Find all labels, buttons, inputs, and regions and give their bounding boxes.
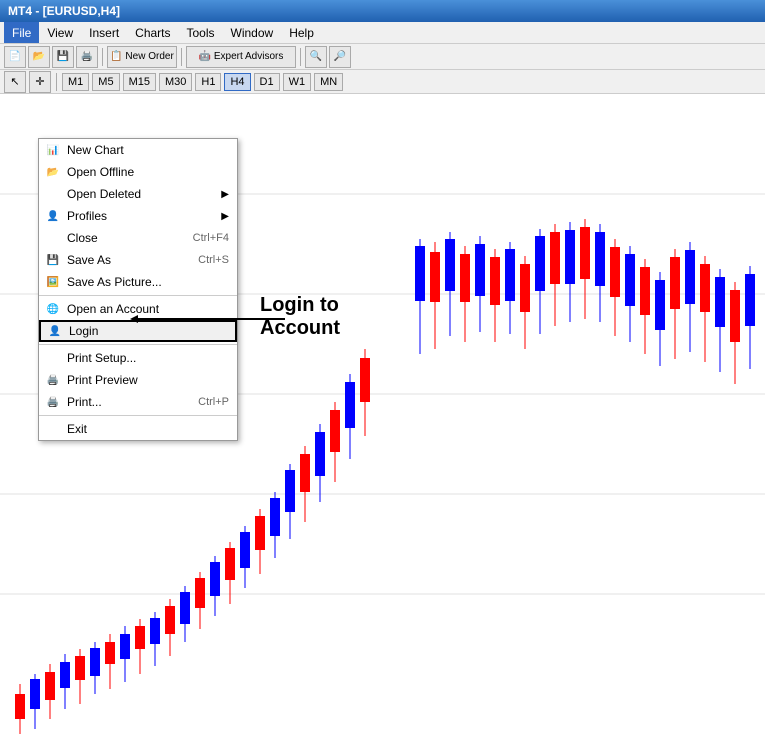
profiles-icon: 👤 <box>45 208 61 224</box>
menu-tools[interactable]: Tools <box>179 22 223 43</box>
new-chart-icon: 📊 <box>45 142 61 158</box>
close-icon <box>45 230 61 246</box>
print-shortcut: Ctrl+P <box>198 396 229 408</box>
menu-save-as-picture[interactable]: 🖼️ Save As Picture... <box>39 271 237 293</box>
menu-profiles-label: Profiles <box>67 209 107 223</box>
menu-print-setup-label: Print Setup... <box>67 351 136 365</box>
title-text: MT4 - [EURUSD,H4] <box>8 4 120 18</box>
menu-login-label: Login <box>69 324 98 338</box>
menu-print-label: Print... <box>67 395 102 409</box>
menu-exit-label: Exit <box>67 422 87 436</box>
tf-mn[interactable]: MN <box>314 73 343 91</box>
open-account-icon: 🌐 <box>45 301 61 317</box>
open-deleted-arrow: ▶ <box>221 189 229 200</box>
menu-print-preview[interactable]: 🖨️ Print Preview <box>39 369 237 391</box>
menu-window[interactable]: Window <box>223 22 282 43</box>
tf-h4[interactable]: H4 <box>224 73 250 91</box>
menu-print-preview-label: Print Preview <box>67 373 138 387</box>
menu-file[interactable]: File <box>4 22 39 43</box>
exit-icon <box>45 421 61 437</box>
tf-h1[interactable]: H1 <box>195 73 221 91</box>
menu-new-chart[interactable]: 📊 New Chart <box>39 139 237 161</box>
menu-save-as-label: Save As <box>67 253 111 267</box>
zoom-in-btn[interactable]: 🔍 <box>305 46 327 68</box>
new-order-btn[interactable]: 📋 New Order <box>107 46 177 68</box>
expert-advisors-btn[interactable]: 🤖 Expert Advisors <box>186 46 296 68</box>
cursor-btn[interactable]: ↖ <box>4 71 26 93</box>
menu-profiles[interactable]: 👤 Profiles ▶ <box>39 205 237 227</box>
tf-m1[interactable]: M1 <box>62 73 89 91</box>
menu-view[interactable]: View <box>39 22 81 43</box>
menu-open-offline[interactable]: 📂 Open Offline <box>39 161 237 183</box>
menu-bar: File View Insert Charts Tools Window Hel… <box>0 22 765 44</box>
login-icon: 👤 <box>47 323 63 339</box>
tf-m15[interactable]: M15 <box>123 73 156 91</box>
tf-m30[interactable]: M30 <box>159 73 192 91</box>
annotation-arrow-svg <box>130 309 290 329</box>
menu-new-chart-label: New Chart <box>67 143 124 157</box>
menu-close-label: Close <box>67 231 98 245</box>
close-shortcut: Ctrl+F4 <box>193 232 229 244</box>
open-deleted-icon <box>45 186 61 202</box>
save-as-icon: 💾 <box>45 252 61 268</box>
save-btn[interactable]: 💾 <box>52 46 74 68</box>
sep-save <box>39 295 237 296</box>
menu-save-as[interactable]: 💾 Save As Ctrl+S <box>39 249 237 271</box>
tf-d1[interactable]: D1 <box>254 73 280 91</box>
print-setup-icon <box>45 350 61 366</box>
tf-m5[interactable]: M5 <box>92 73 119 91</box>
menu-help[interactable]: Help <box>281 22 322 43</box>
save-as-picture-icon: 🖼️ <box>45 274 61 290</box>
print-preview-icon: 🖨️ <box>45 372 61 388</box>
sep2 <box>181 48 182 66</box>
zoom-out-btn[interactable]: 🔎 <box>329 46 351 68</box>
sep3 <box>300 48 301 66</box>
menu-close[interactable]: Close Ctrl+F4 <box>39 227 237 249</box>
toolbar-main: 📄 📂 💾 🖨️ 📋 New Order 🤖 Expert Advisors 🔍… <box>0 44 765 70</box>
file-dropdown-menu: 📊 New Chart 📂 Open Offline Open Deleted … <box>38 138 238 441</box>
print-btn[interactable]: 🖨️ <box>76 46 98 68</box>
menu-print-setup[interactable]: Print Setup... <box>39 347 237 369</box>
menu-save-as-picture-label: Save As Picture... <box>67 275 162 289</box>
menu-print[interactable]: 🖨️ Print... Ctrl+P <box>39 391 237 413</box>
menu-open-offline-label: Open Offline <box>67 165 134 179</box>
crosshair-btn[interactable]: ✛ <box>29 71 51 93</box>
menu-insert[interactable]: Insert <box>81 22 127 43</box>
main-area: Login to Account 📊 New Chart 📂 Open Offl… <box>0 94 765 735</box>
sep-login <box>39 344 237 345</box>
tf-w1[interactable]: W1 <box>283 73 312 91</box>
print-icon: 🖨️ <box>45 394 61 410</box>
menu-exit[interactable]: Exit <box>39 418 237 440</box>
open-offline-icon: 📂 <box>45 164 61 180</box>
menu-open-deleted[interactable]: Open Deleted ▶ <box>39 183 237 205</box>
sep-tf <box>56 73 57 91</box>
sep-print <box>39 415 237 416</box>
menu-open-deleted-label: Open Deleted <box>67 187 141 201</box>
sep1 <box>102 48 103 66</box>
open-btn[interactable]: 📂 <box>28 46 50 68</box>
toolbar-timeframes: ↖ ✛ M1 M5 M15 M30 H1 H4 D1 W1 MN <box>0 70 765 94</box>
menu-charts[interactable]: Charts <box>127 22 178 43</box>
save-as-shortcut: Ctrl+S <box>198 254 229 266</box>
new-chart-btn[interactable]: 📄 <box>4 46 26 68</box>
profiles-arrow: ▶ <box>221 211 229 222</box>
title-bar: MT4 - [EURUSD,H4] <box>0 0 765 22</box>
